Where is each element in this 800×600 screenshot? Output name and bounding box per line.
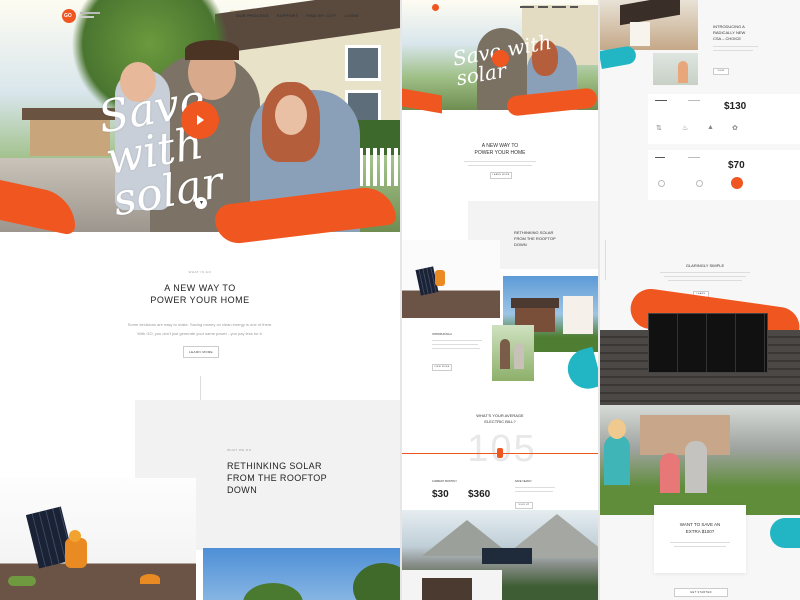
middle-panel: Save with solar A NEW WAY TO POWER YOUR … [402,0,598,600]
logo-text: GO [64,13,72,19]
intro-title-line2: POWER YOUR HOME [150,295,250,305]
nav-menu: OUR PROCESS SUPPORT FIND MY CITY LOGIN [236,13,359,18]
mini-play-button[interactable] [492,50,509,67]
intro-eyebrow: WHAT IS GO [188,270,212,274]
logo-tagline [80,12,100,14]
play-icon [197,115,204,125]
mini-installer-photo [402,240,500,318]
feature-icon-3: ▲ [707,124,714,131]
nav-item-our-process[interactable]: OUR PROCESS [236,13,269,18]
nav-item-support[interactable]: SUPPORT [277,13,298,18]
chevron-down-icon: ▼ [199,200,204,206]
mini-nav-item-2[interactable] [538,6,548,8]
mini-rethink-line3: DOWN [514,242,527,247]
teal-brush [563,346,598,394]
kids-photo [600,405,800,515]
right-panel: INTRODUCING A RADICALLY NEW CSA – CHOICE… [600,0,800,600]
intro-body-line2: With GO, you don't just generate your sa… [137,331,263,336]
simple-title: GLARINGLY SIMPLE [685,263,725,268]
plan-b-label: SAVE YEARLY [515,480,532,483]
option-icon-2[interactable] [696,180,703,187]
price-2: $70 [728,160,745,171]
bill-slider-handle[interactable] [497,448,503,458]
right-intro-line3: CSA – CHOICE [713,36,742,41]
gutter-1 [400,0,402,600]
bill-title-line2: ELECTRIC BILL? [484,419,516,424]
installer-person [65,538,87,568]
mini-rethink-line1: RETHINKING SOLAR [514,230,554,235]
mini-intro-title-line1: A NEW WAY TO [481,143,519,149]
plan-a-label: CURRENT MONTHLY [432,480,457,483]
mini-card-title: INTRODUCING A [432,333,452,336]
mini-intro-title-line2: POWER YOUR HOME [474,150,526,156]
intro-learn-more-button[interactable]: LEARN MORE [183,346,219,358]
installer-photo [0,478,196,600]
plan-b-price: $360 [468,489,491,500]
teal-brush-bottom [770,518,800,548]
mini-family-photo [492,325,534,381]
mini-nav-item-3[interactable] [552,6,566,8]
mini-card-view-more[interactable]: VIEW MORE [432,364,452,371]
feature-icon-2: ♨ [682,125,689,132]
left-panel: Save with solar ▼ GO OUR PROCESS SUPPORT… [0,0,400,600]
intro-title-line1: A NEW WAY TO [164,283,236,293]
price-1: $130 [724,101,747,112]
feature-icon-4: ✿ [732,125,738,132]
plan-sign-up-button[interactable]: SIGN UP [515,502,533,509]
mountain-photo [402,510,598,600]
rethink-title-line2: FROM THE ROOFTOP [227,473,328,483]
logo-tagline-2 [80,16,94,18]
save-title-line2: EXTRA $100? [685,529,715,534]
mini-nav [520,6,578,8]
mini-intro-learn-more[interactable]: LEARN MORE [490,172,512,179]
rethink-title-line3: DOWN [227,485,258,495]
feature-icon-1: ⇅ [656,125,662,132]
nav-item-find-my-city[interactable]: FIND MY CITY [306,13,336,18]
save-title-line1: WANT TO SAVE AN [679,522,721,527]
option-icon-selected[interactable] [731,177,743,189]
option-icon-1[interactable] [658,180,665,187]
right-intro-line1: INTRODUCING A [713,24,745,29]
mini-nav-item-1[interactable] [520,6,534,8]
roof-solar-panels [648,313,768,373]
rethink-title-line1: RETHINKING SOLAR [227,461,322,471]
plan-a-price: $30 [432,489,449,500]
pricing-card-2 [648,150,800,200]
get-started-button[interactable]: GET STARTED [674,588,728,597]
mini-rethink-line2: FROM THE ROOFTOP [514,236,556,241]
right-intro-view-button[interactable]: VIEW [713,68,729,75]
bill-title-line1: WHAT'S YOUR AVERAGE [476,413,524,418]
intro-body-line1: Some decisions are easy to make. Saving … [127,322,273,327]
mini-nav-item-4[interactable] [570,6,578,8]
right-house-photo [600,0,698,50]
nav-item-login[interactable]: LOGIN [345,13,359,18]
rethink-eyebrow: WHAT WE DO [227,448,252,452]
gutter-2 [598,0,600,600]
house-photo [203,548,400,600]
hero-garage [30,118,110,156]
intro-card-photo [653,53,698,85]
right-intro-line2: RADICALLY NEW [713,30,746,35]
mini-logo[interactable] [432,4,439,11]
save-card [654,505,746,573]
